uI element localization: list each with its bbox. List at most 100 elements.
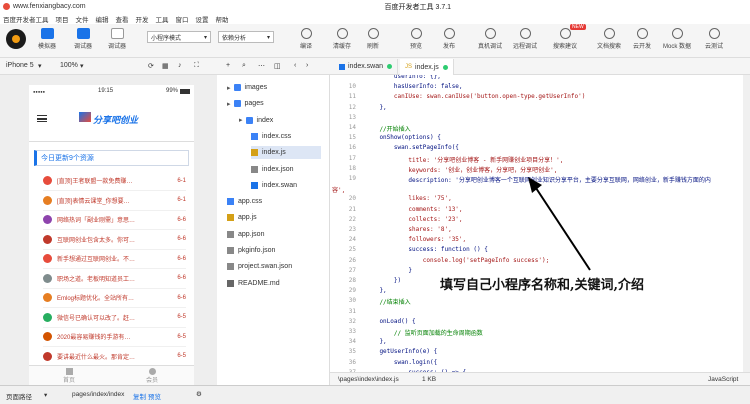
line-number: 10: [348, 83, 356, 91]
line-number: 29: [348, 287, 356, 295]
mock-data-button[interactable]: Mock 数据: [663, 28, 691, 50]
real-device-debug-button[interactable]: 真机调试: [478, 28, 502, 50]
file-tree-item[interactable]: pkginfo.json: [227, 244, 275, 257]
doc-search-button[interactable]: 文档搜索: [597, 28, 621, 50]
publish-button[interactable]: 发布: [443, 28, 455, 50]
list-item[interactable]: 微信号已确认可以改了。赶… 6-5: [43, 308, 186, 328]
line-number: 22: [348, 215, 356, 223]
menu-item-settings[interactable]: 设置: [196, 14, 209, 24]
more-icon[interactable]: ⋯: [258, 62, 265, 70]
menu-item-window[interactable]: 窗口: [176, 14, 189, 24]
file-tree-item[interactable]: index.swan: [251, 179, 297, 192]
file-tree-item[interactable]: ▸ index: [239, 114, 273, 127]
fullscreen-icon[interactable]: ⛶: [194, 62, 199, 70]
thumbnail-icon: [43, 195, 52, 205]
tab-home[interactable]: 首页: [63, 368, 75, 384]
search-files-icon[interactable]: ⌕: [242, 62, 246, 70]
list-item[interactable]: 互联网创业包含太多。你可… 6-6: [43, 230, 186, 250]
file-path: \pages\index\index.js: [338, 376, 399, 383]
menu-item-app[interactable]: 百度开发者工具: [3, 14, 49, 24]
file-tree-item[interactable]: README.md: [227, 277, 280, 290]
mode-select[interactable]: 小程序模式 ▾: [147, 31, 211, 43]
file-tree-item[interactable]: index.css: [251, 130, 291, 143]
debugger-button[interactable]: 调试器: [74, 28, 92, 50]
tab-index-swan[interactable]: index.swan: [334, 59, 399, 74]
settings-icon[interactable]: ⚙: [196, 390, 202, 398]
file-tree-item[interactable]: index.json: [251, 163, 294, 176]
menu-item-tools[interactable]: 工具: [156, 14, 169, 24]
list-item[interactable]: 2020最容易赚钱的手游有… 6-5: [43, 327, 186, 347]
list-item-title: Emlog标题优化。全站所有…: [57, 296, 135, 302]
clear-cache-button[interactable]: 清缓存: [333, 28, 351, 50]
grid-icon[interactable]: ▦: [162, 62, 169, 70]
list-item[interactable]: Emlog标题优化。全站所有… 6-6: [43, 288, 186, 308]
line-number: 13: [348, 113, 356, 121]
nav-forward-icon[interactable]: ›: [306, 62, 308, 69]
file-tree-item[interactable]: app.css: [227, 195, 262, 208]
user-avatar[interactable]: [6, 29, 26, 49]
line-number: 32: [348, 317, 356, 325]
preview-button[interactable]: 预览: [410, 28, 422, 50]
cloud-test-button[interactable]: 云测试: [705, 28, 723, 50]
compile-button[interactable]: 编译: [300, 28, 312, 50]
list-item[interactable]: [直顶]王者联盟一款免费赚… 6-1: [43, 171, 186, 191]
list-item-title: 新手想通过互联网创业。不…: [57, 257, 136, 263]
volume-icon[interactable]: ♪: [178, 62, 182, 69]
main-toolbar: 模拟器 调试器 调试器 小程序模式 ▾ 依赖分析 ▾ 编译 清缓存 刷新 预览 发布…: [0, 24, 750, 58]
line-number: 34: [348, 338, 356, 346]
file-name: index.json: [262, 165, 294, 173]
copy-link[interactable]: 复制: [133, 391, 146, 401]
file-tree-item[interactable]: index.js: [251, 146, 321, 160]
menu-item-view[interactable]: 查看: [116, 14, 129, 24]
split-icon[interactable]: ◫: [274, 62, 281, 70]
new-file-icon[interactable]: +: [226, 62, 230, 69]
nav-back-icon[interactable]: ‹: [294, 62, 296, 69]
menu-item-help[interactable]: 帮助: [216, 14, 229, 24]
chevron-right-icon: ▸: [227, 84, 231, 92]
tuner-button[interactable]: 调试器: [108, 28, 126, 50]
zoom-select[interactable]: 100%: [60, 62, 78, 69]
menu-item-project[interactable]: 项目: [56, 14, 69, 24]
file-tree-item[interactable]: app.js: [227, 211, 257, 224]
simulator-button[interactable]: 模拟器: [38, 28, 56, 50]
tab-index-js[interactable]: JS index.js: [400, 59, 454, 75]
list-item[interactable]: 新手想通过互联网创业。不… 6-6: [43, 249, 186, 269]
remote-debug-button[interactable]: 远程调试: [513, 28, 537, 50]
search-suggest-button[interactable]: 搜索建议: [553, 28, 577, 50]
list-item[interactable]: 要讲最近什么最火。那肯定… 6-5: [43, 347, 186, 367]
refresh-button[interactable]: 刷新: [367, 28, 379, 50]
list-item[interactable]: 网络热词「副业刚需」意思… 6-6: [43, 210, 186, 230]
preview-link[interactable]: 预览: [148, 391, 161, 401]
code-line: }): [365, 277, 402, 284]
file-tree-item[interactable]: app.json: [227, 228, 264, 241]
list-item-title: [直顶]王者联盟一款免费赚…: [57, 179, 133, 185]
menu-item-edit[interactable]: 编辑: [96, 14, 109, 24]
unsaved-dot-icon: [387, 64, 393, 69]
line-number: 18: [348, 164, 356, 172]
code-line: hasUserInfo: false,: [365, 83, 463, 91]
rotate-icon[interactable]: ⟳: [148, 62, 154, 70]
file-tree-item[interactable]: ▸ pages: [227, 97, 264, 110]
section-title: 今日更新9个资源: [41, 155, 94, 162]
list-item[interactable]: 职场之道。老板明知道员工… 6-6: [43, 269, 186, 289]
editor-scrollbar[interactable]: [743, 75, 750, 372]
test-icon: [708, 28, 720, 39]
menu-item-develop[interactable]: 开发: [136, 14, 149, 24]
tab-member[interactable]: 会员: [146, 368, 158, 384]
list-item-date: 6-1: [177, 197, 186, 203]
file-tree-item[interactable]: project.swan.json: [227, 260, 292, 273]
code-line: followers: '35',: [365, 236, 467, 244]
code-line: getUserInfo(e) {: [365, 348, 438, 356]
file-name: app.css: [238, 198, 263, 206]
device-select[interactable]: iPhone 5: [6, 62, 34, 69]
list-item[interactable]: [直顶]表情云课堂_你想要… 6-1: [43, 191, 186, 211]
annotation-arrow: [528, 177, 591, 271]
file-tree-item[interactable]: ▸ images: [227, 81, 267, 94]
menu-item-file[interactable]: 文件: [76, 14, 89, 24]
cloud-dev-button[interactable]: 云开发: [633, 28, 651, 50]
code-line: keywords: '创业，创业博客，分享吧，分享吧创业',: [365, 166, 558, 174]
dependency-select[interactable]: 依赖分析 ▾: [218, 31, 274, 43]
language-mode[interactable]: JavaScript: [708, 376, 738, 383]
js-file-icon: [251, 149, 258, 157]
code-line: onShow(options) {: [365, 134, 441, 142]
